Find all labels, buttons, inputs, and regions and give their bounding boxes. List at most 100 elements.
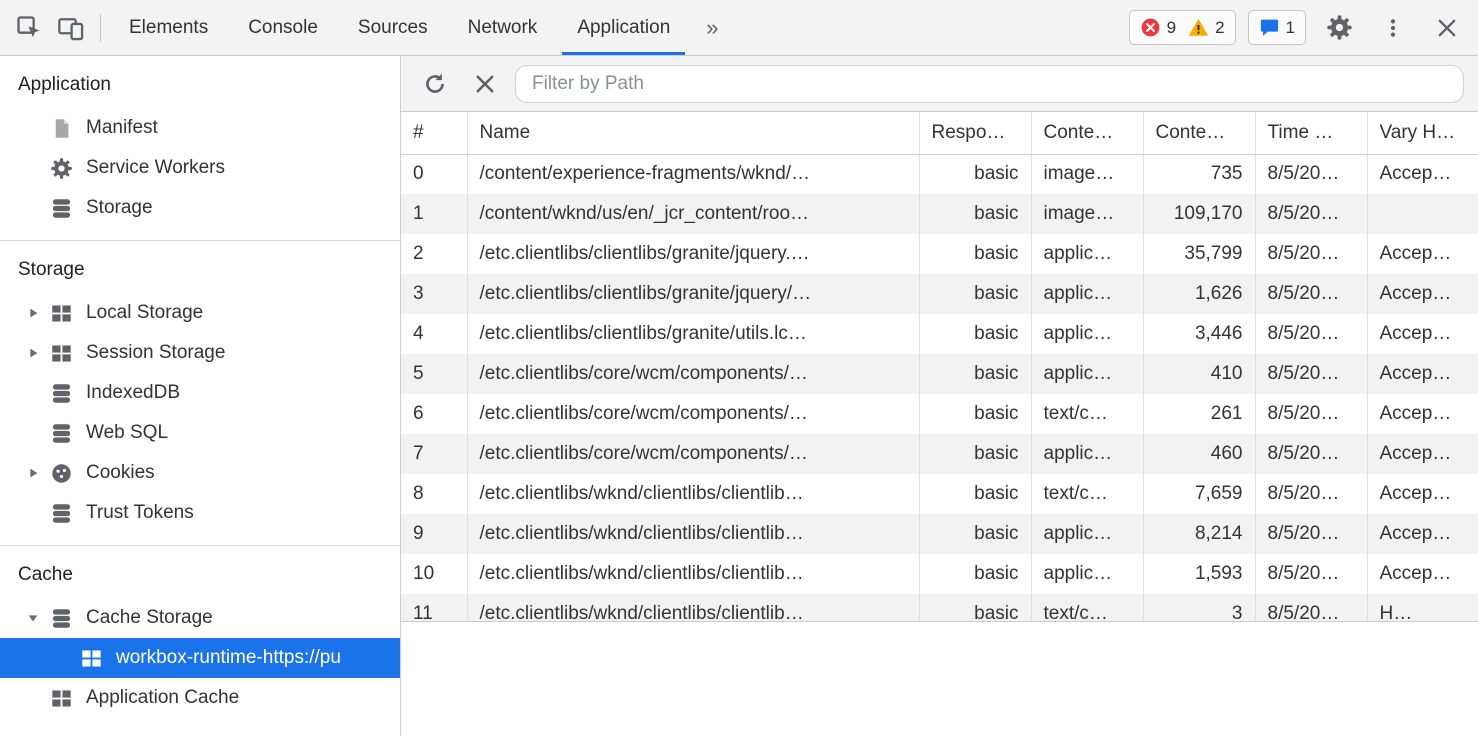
row-index-cell[interactable]: 11	[401, 594, 467, 622]
time-cached-cell[interactable]: 8/5/20…	[1255, 434, 1367, 474]
response-type-cell[interactable]: basic	[919, 394, 1031, 434]
sidebar-item-trust-tokens[interactable]: Trust Tokens	[0, 493, 400, 533]
table-row[interactable]: 3/etc.clientlibs/clientlibs/granite/jque…	[401, 274, 1478, 314]
response-type-cell[interactable]: basic	[919, 154, 1031, 194]
vary-header-cell[interactable]: Accep…	[1367, 514, 1478, 554]
column-header-index[interactable]: #	[401, 112, 467, 154]
tab-application[interactable]: Application	[557, 0, 690, 55]
delete-selected-button[interactable]	[465, 64, 505, 104]
name-cell[interactable]: /content/experience-fragments/wknd/…	[467, 154, 919, 194]
time-cached-cell[interactable]: 8/5/20…	[1255, 274, 1367, 314]
response-type-cell[interactable]: basic	[919, 474, 1031, 514]
name-cell[interactable]: /etc.clientlibs/wknd/clientlibs/clientli…	[467, 594, 919, 622]
response-type-cell[interactable]: basic	[919, 434, 1031, 474]
name-cell[interactable]: /etc.clientlibs/clientlibs/granite/jquer…	[467, 234, 919, 274]
name-cell[interactable]: /etc.clientlibs/core/wcm/components/…	[467, 394, 919, 434]
time-cached-cell[interactable]: 8/5/20…	[1255, 354, 1367, 394]
warning-badge[interactable]: 2	[1188, 17, 1224, 38]
content-type-cell[interactable]: text/c…	[1031, 394, 1143, 434]
time-cached-cell[interactable]: 8/5/20…	[1255, 394, 1367, 434]
response-type-cell[interactable]: basic	[919, 234, 1031, 274]
sidebar-item-cache-storage[interactable]: Cache Storage	[0, 598, 400, 638]
sidebar-item-application-cache[interactable]: Application Cache	[0, 678, 400, 718]
vary-header-cell[interactable]: Accep…	[1367, 474, 1478, 514]
table-row[interactable]: 5/etc.clientlibs/core/wcm/components/…ba…	[401, 354, 1478, 394]
content-type-cell[interactable]: applic…	[1031, 234, 1143, 274]
content-type-cell[interactable]: text/c…	[1031, 594, 1143, 622]
tab-sources[interactable]: Sources	[338, 0, 448, 55]
sidebar-item-manifest[interactable]: Manifest	[0, 108, 400, 148]
table-row[interactable]: 7/etc.clientlibs/core/wcm/components/…ba…	[401, 434, 1478, 474]
time-cached-cell[interactable]: 8/5/20…	[1255, 154, 1367, 194]
column-header-name[interactable]: Name	[467, 112, 919, 154]
content-length-cell[interactable]: 261	[1143, 394, 1255, 434]
content-type-cell[interactable]: applic…	[1031, 434, 1143, 474]
inspect-element-button[interactable]	[8, 14, 50, 42]
row-index-cell[interactable]: 8	[401, 474, 467, 514]
chevron-down-icon[interactable]	[16, 611, 50, 625]
name-cell[interactable]: /etc.clientlibs/wknd/clientlibs/clientli…	[467, 514, 919, 554]
content-length-cell[interactable]: 735	[1143, 154, 1255, 194]
chevron-right-icon[interactable]	[16, 306, 50, 320]
sidebar-item-session-storage[interactable]: Session Storage	[0, 333, 400, 373]
time-cached-cell[interactable]: 8/5/20…	[1255, 474, 1367, 514]
table-row[interactable]: 0/content/experience-fragments/wknd/…bas…	[401, 154, 1478, 194]
content-length-cell[interactable]: 1,593	[1143, 554, 1255, 594]
vary-header-cell[interactable]: H…	[1367, 594, 1478, 622]
response-type-cell[interactable]: basic	[919, 314, 1031, 354]
chevron-right-icon[interactable]	[16, 466, 50, 480]
name-cell[interactable]: /content/wknd/us/en/_jcr_content/roo…	[467, 194, 919, 234]
column-header-content-length[interactable]: Conte…	[1143, 112, 1255, 154]
content-type-cell[interactable]: applic…	[1031, 314, 1143, 354]
row-index-cell[interactable]: 7	[401, 434, 467, 474]
name-cell[interactable]: /etc.clientlibs/clientlibs/granite/jquer…	[467, 274, 919, 314]
vary-header-cell[interactable]: Accep…	[1367, 314, 1478, 354]
table-row[interactable]: 1/content/wknd/us/en/_jcr_content/roo…ba…	[401, 194, 1478, 234]
vary-header-cell[interactable]: Accep…	[1367, 354, 1478, 394]
name-cell[interactable]: /etc.clientlibs/clientlibs/granite/utils…	[467, 314, 919, 354]
table-row[interactable]: 11/etc.clientlibs/wknd/clientlibs/client…	[401, 594, 1478, 622]
content-length-cell[interactable]: 7,659	[1143, 474, 1255, 514]
column-header-time-cached[interactable]: Time …	[1255, 112, 1367, 154]
sidebar-item-service-workers[interactable]: Service Workers	[0, 148, 400, 188]
name-cell[interactable]: /etc.clientlibs/core/wcm/components/…	[467, 434, 919, 474]
row-index-cell[interactable]: 2	[401, 234, 467, 274]
response-type-cell[interactable]: basic	[919, 594, 1031, 622]
vary-header-cell[interactable]: Accep…	[1367, 554, 1478, 594]
time-cached-cell[interactable]: 8/5/20…	[1255, 554, 1367, 594]
settings-button[interactable]	[1318, 14, 1360, 41]
row-index-cell[interactable]: 4	[401, 314, 467, 354]
vary-header-cell[interactable]: Accep…	[1367, 394, 1478, 434]
sidebar-item-storage[interactable]: Storage	[0, 188, 400, 228]
row-index-cell[interactable]: 3	[401, 274, 467, 314]
sidebar-item-cookies[interactable]: Cookies	[0, 453, 400, 493]
content-type-cell[interactable]: applic…	[1031, 274, 1143, 314]
name-cell[interactable]: /etc.clientlibs/wknd/clientlibs/clientli…	[467, 554, 919, 594]
tab-network[interactable]: Network	[448, 0, 558, 55]
content-length-cell[interactable]: 1,626	[1143, 274, 1255, 314]
name-cell[interactable]: /etc.clientlibs/core/wcm/components/…	[467, 354, 919, 394]
issue-badge[interactable]: 1	[1259, 17, 1295, 38]
response-type-cell[interactable]: basic	[919, 194, 1031, 234]
row-index-cell[interactable]: 5	[401, 354, 467, 394]
error-badge[interactable]: 9	[1140, 17, 1176, 38]
errors-warnings-badge[interactable]: 9 2	[1129, 10, 1236, 45]
sidebar-item-indexeddb[interactable]: IndexedDB	[0, 373, 400, 413]
column-header-content-type[interactable]: Conte…	[1031, 112, 1143, 154]
tab-elements[interactable]: Elements	[109, 0, 228, 55]
row-index-cell[interactable]: 0	[401, 154, 467, 194]
sidebar-item-local-storage[interactable]: Local Storage	[0, 293, 400, 333]
sidebar-item-workbox-cache[interactable]: workbox-runtime-https://pu	[0, 638, 400, 678]
chevron-right-icon[interactable]	[16, 346, 50, 360]
content-length-cell[interactable]: 410	[1143, 354, 1255, 394]
content-length-cell[interactable]: 460	[1143, 434, 1255, 474]
table-row[interactable]: 6/etc.clientlibs/core/wcm/components/…ba…	[401, 394, 1478, 434]
device-toolbar-button[interactable]	[50, 14, 92, 42]
content-type-cell[interactable]: image…	[1031, 154, 1143, 194]
content-type-cell[interactable]: applic…	[1031, 554, 1143, 594]
response-type-cell[interactable]: basic	[919, 274, 1031, 314]
vary-header-cell[interactable]: Accep…	[1367, 274, 1478, 314]
table-row[interactable]: 2/etc.clientlibs/clientlibs/granite/jque…	[401, 234, 1478, 274]
content-type-cell[interactable]: applic…	[1031, 354, 1143, 394]
time-cached-cell[interactable]: 8/5/20…	[1255, 594, 1367, 622]
